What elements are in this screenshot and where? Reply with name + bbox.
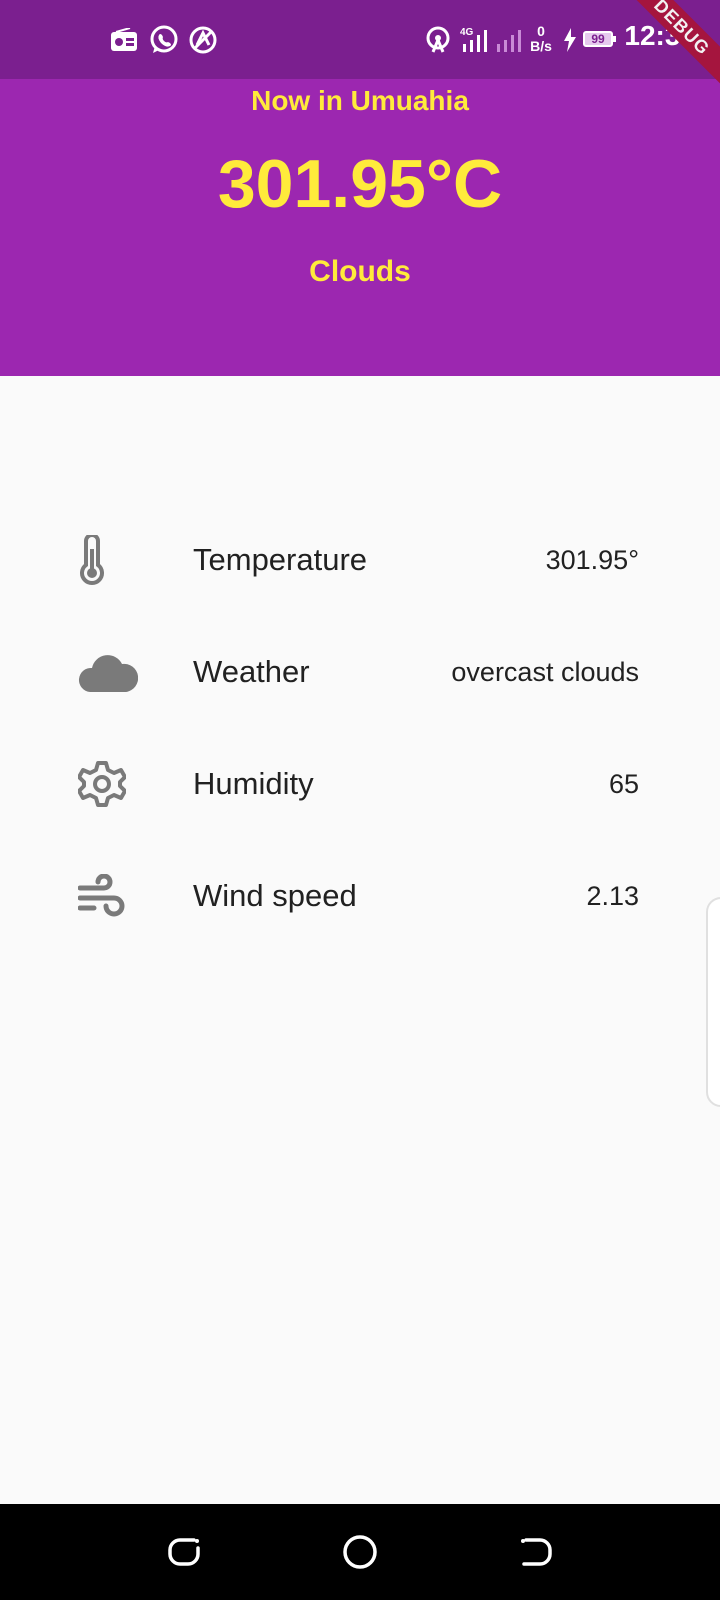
status-bar: 4G 0 B/s 99 12:34 (0, 0, 720, 79)
gear-icon (78, 754, 142, 814)
list-item-wind-speed[interactable]: Wind speed 2.13 (0, 856, 720, 936)
detail-value: 2.13 (586, 881, 639, 911)
battery-icon: 99 (583, 31, 616, 47)
detail-label: Temperature (193, 542, 368, 577)
detail-value: 301.95° (545, 545, 639, 575)
network-speed: 0 B/s (527, 24, 555, 54)
signal-icon: 4G (460, 24, 490, 56)
detail-value: overcast clouds (451, 657, 639, 687)
list-item-humidity[interactable]: Humidity 65 (0, 744, 720, 824)
location-title: Now in Umuahia (251, 85, 469, 116)
network-speed-value: 0 (537, 23, 545, 39)
hotspot-icon (425, 24, 451, 56)
charging-icon (563, 24, 577, 56)
detail-label: Wind speed (193, 878, 357, 913)
network-type-label: 4G (460, 27, 474, 38)
weather-condition: Clouds (309, 255, 411, 288)
list-item-weather[interactable]: Weather overcast clouds (0, 632, 720, 712)
current-weather-header: Now in Umuahia 301.95°C Clouds (0, 79, 720, 376)
thermometer-icon (78, 530, 142, 590)
wind-icon (78, 866, 142, 926)
cloud-icon (78, 642, 142, 702)
detail-label: Weather (193, 654, 310, 689)
edge-panel-handle[interactable] (706, 897, 720, 1107)
radio-icon (110, 24, 138, 56)
back-button[interactable] (516, 1532, 556, 1572)
recent-apps-button[interactable] (164, 1532, 204, 1572)
detail-value: 65 (608, 769, 639, 799)
current-temperature: 301.95°C (217, 146, 503, 222)
signal-icon (494, 24, 524, 56)
navigation-bar (0, 1504, 720, 1600)
detail-label: Humidity (193, 766, 314, 801)
network-speed-unit: B/s (530, 38, 552, 54)
whatsapp-icon (149, 24, 179, 56)
list-item-temperature[interactable]: Temperature 301.95° (0, 520, 720, 600)
home-button[interactable] (340, 1532, 380, 1572)
vpn-icon (188, 24, 218, 56)
